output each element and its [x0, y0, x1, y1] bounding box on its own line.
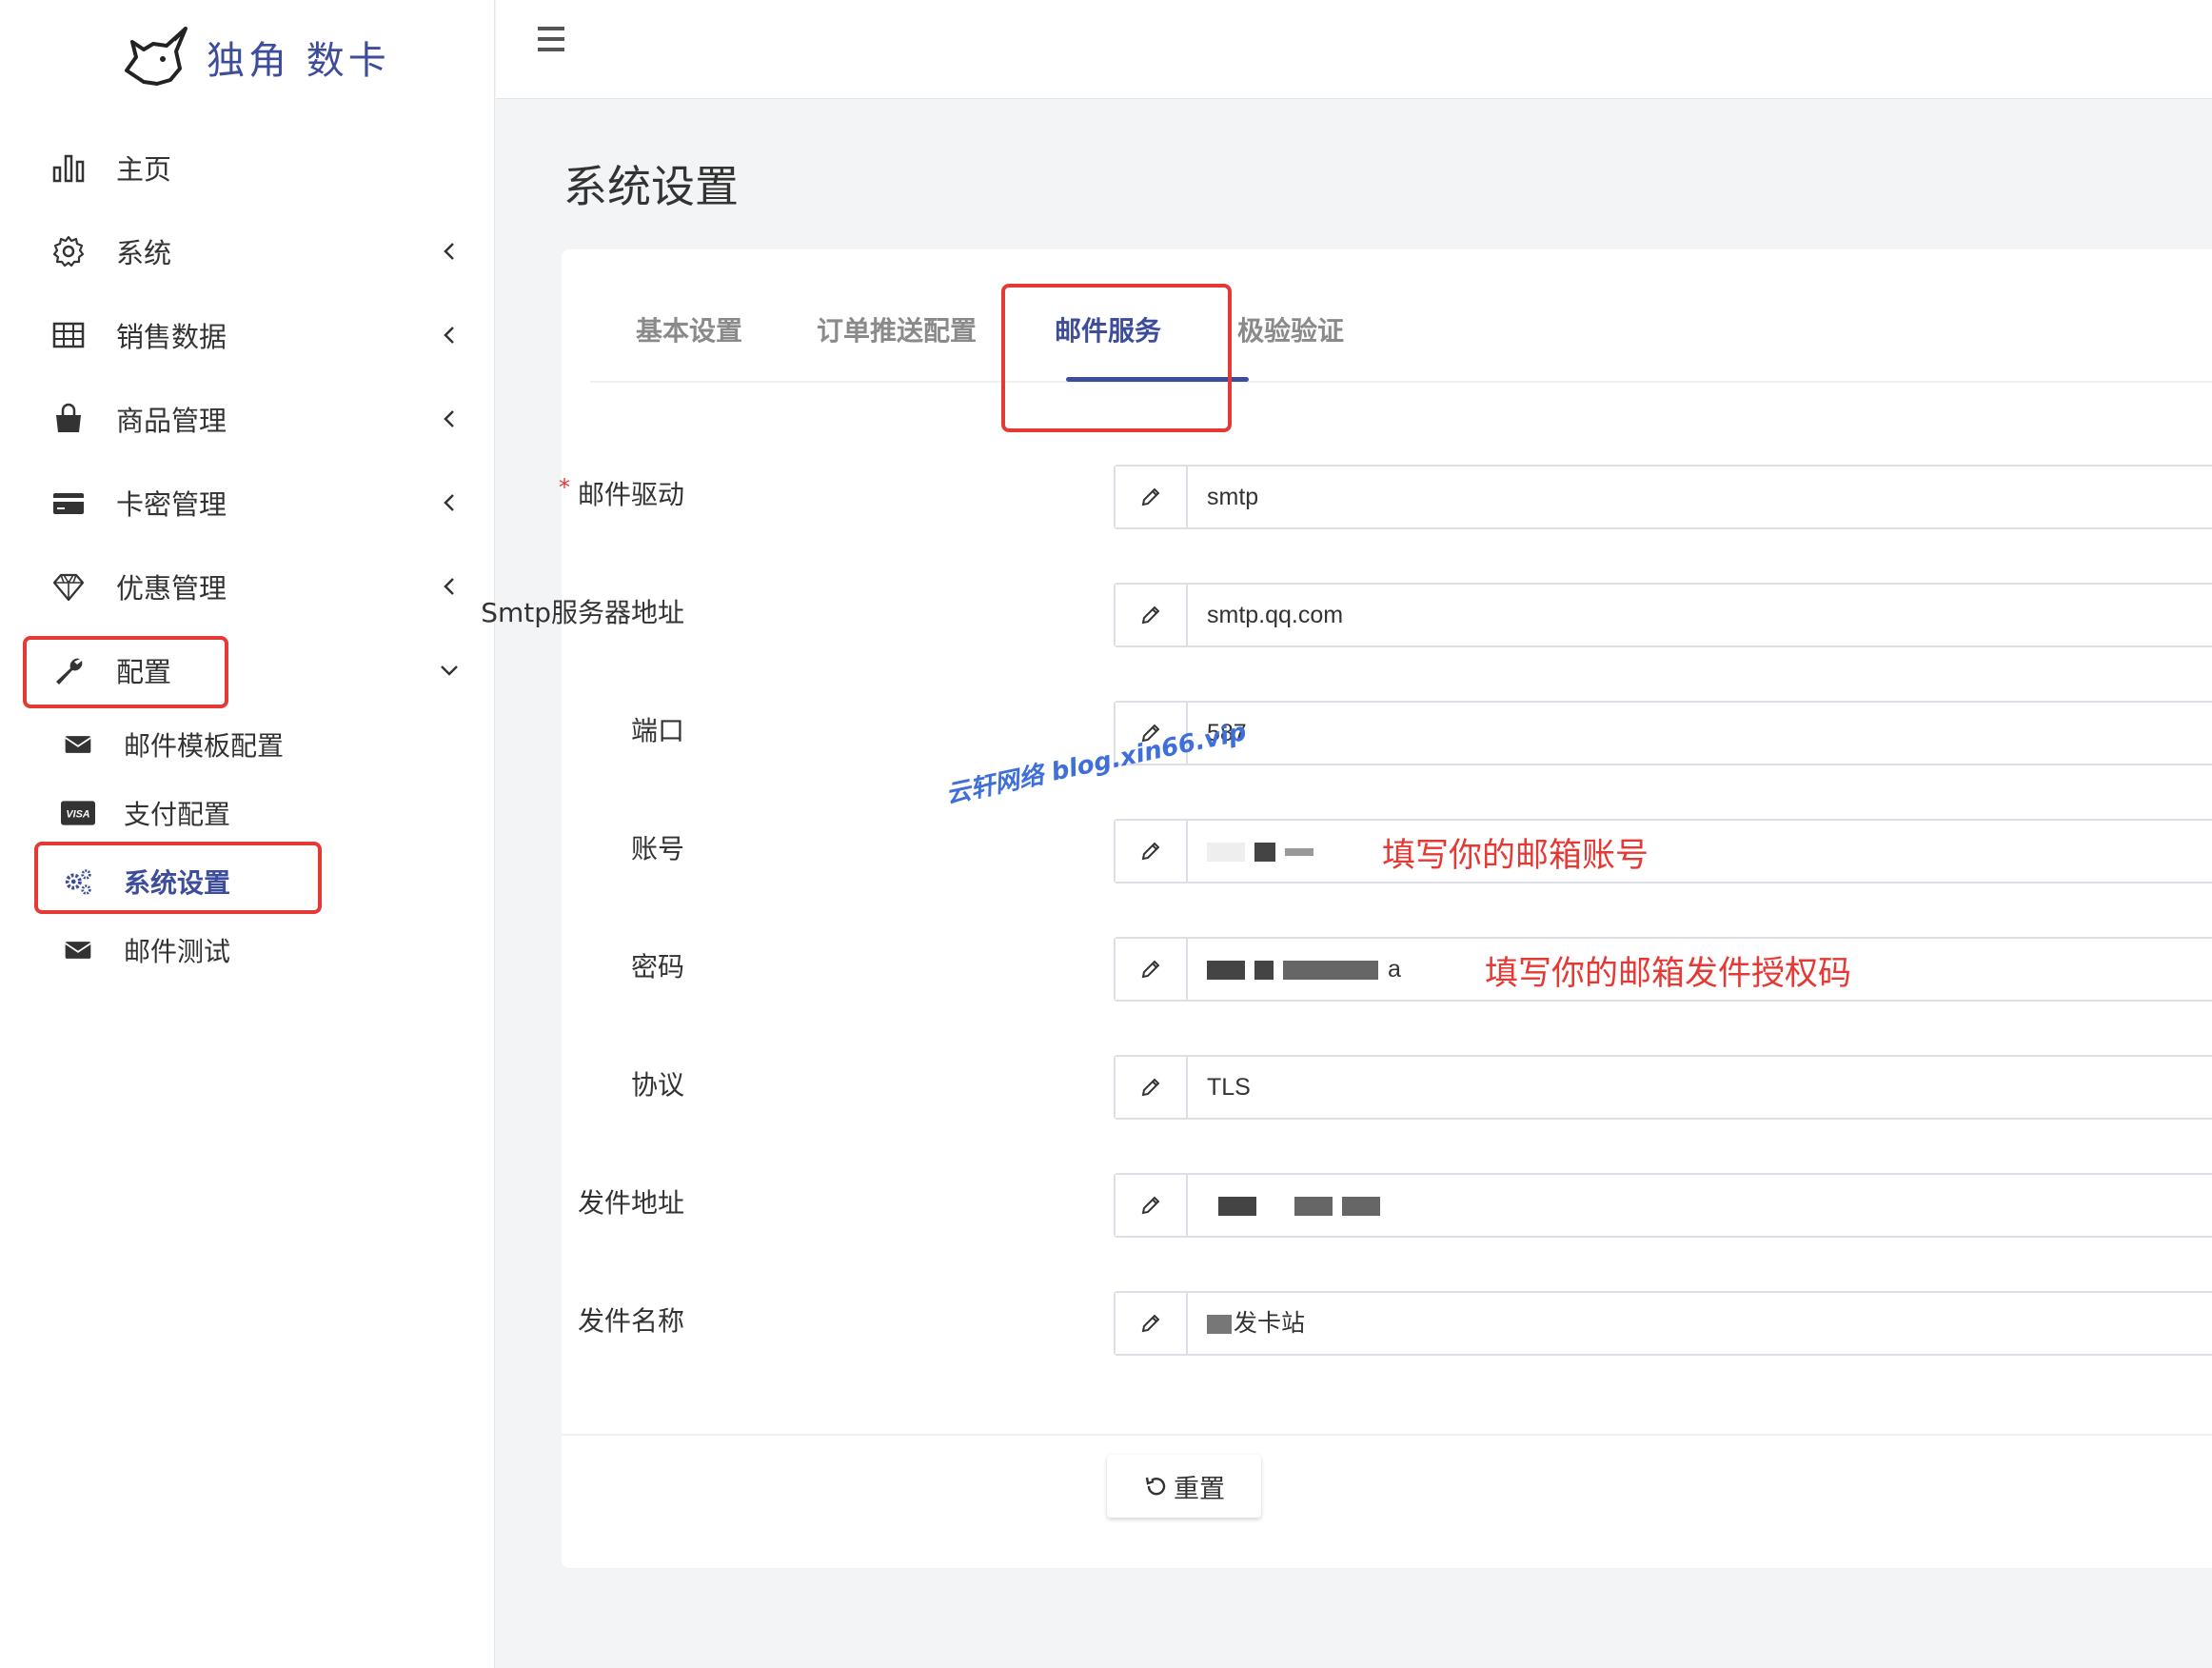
- input-value: smtp: [1207, 484, 1259, 510]
- sidebar-item-sales-data[interactable]: 销售数据: [0, 302, 495, 368]
- form-label: 协议: [630, 1069, 684, 1101]
- pencil-icon: [1116, 467, 1188, 527]
- credit-card-icon: [49, 484, 88, 522]
- visa-icon: VISA: [61, 796, 95, 830]
- sidebar-item-label: 主页: [116, 153, 172, 186]
- form-label: 密码: [630, 951, 684, 983]
- tab-basic-settings[interactable]: 基本设置: [636, 310, 742, 348]
- from-name-field[interactable]: 发卡站: [1114, 1291, 2212, 1356]
- chevron-down-icon: [441, 665, 458, 676]
- tab-email-service[interactable]: 邮件服务: [1055, 310, 1161, 348]
- visa-icon-text: VISA: [66, 809, 89, 821]
- shopping-bag-icon: [49, 400, 88, 438]
- sidebar-subitem-label: 支付配置: [124, 799, 231, 830]
- pencil-icon: [1116, 939, 1188, 1000]
- pencil-icon: [1116, 1293, 1188, 1354]
- form-row-password: 密码 a 填写你的邮箱发件授权码: [562, 937, 2212, 1002]
- smtp-host-field[interactable]: smtp.qq.com: [1114, 583, 2212, 647]
- from-address-field[interactable]: [1114, 1173, 2212, 1238]
- sidebar-item-label: 优惠管理: [116, 572, 227, 605]
- sidebar-subitem-label: 邮件模板配置: [124, 730, 285, 762]
- chevron-left-icon: [444, 410, 454, 427]
- sidebar-item-label: 卡密管理: [116, 488, 227, 521]
- mail-driver-field[interactable]: smtp: [1114, 465, 2212, 529]
- input-value-redacted: [1188, 821, 1323, 882]
- account-hint-annotation: 填写你的邮箱账号: [1382, 837, 1649, 875]
- sidebar-item-system[interactable]: 系统: [0, 218, 495, 285]
- card-footer-divider: [562, 1434, 2212, 1436]
- chevron-left-icon: [444, 327, 454, 344]
- unicorn-logo-icon: [125, 27, 188, 86]
- form-label: 账号: [630, 833, 684, 864]
- form-row-mail-driver: * 邮件驱动 smtp: [559, 465, 2212, 529]
- reset-button-label: 重置: [1174, 1474, 1225, 1504]
- account-field[interactable]: [1114, 819, 2212, 884]
- form-label: Smtp服务器地址: [481, 597, 684, 628]
- required-mark: *: [558, 474, 570, 501]
- table-icon: [49, 316, 88, 354]
- logo-text: 独角 数卡: [207, 39, 390, 83]
- form-label-text: 邮件驱动: [577, 479, 684, 510]
- active-tab-indicator: [1066, 377, 1249, 382]
- form-row-account: 账号 填写你的邮箱账号: [562, 819, 2212, 884]
- tab-order-push-config[interactable]: 订单推送配置: [817, 310, 977, 348]
- reset-button[interactable]: 重置: [1107, 1455, 1261, 1518]
- undo-icon: [1145, 1477, 1166, 1496]
- envelope-icon: [61, 727, 95, 762]
- input-value: TLS: [1207, 1074, 1251, 1101]
- bar-chart-icon: [49, 149, 88, 187]
- sidebar-item-config[interactable]: 配置: [0, 637, 495, 704]
- form-label: 发件地址: [577, 1187, 684, 1219]
- sidebar-item-home[interactable]: 主页: [0, 134, 495, 201]
- password-hint-annotation: 填写你的邮箱发件授权码: [1485, 955, 1852, 993]
- sidebar-item-product-management[interactable]: 商品管理: [0, 386, 495, 452]
- input-value: smtp.qq.com: [1207, 602, 1344, 628]
- sidebar-item-label: 配置: [116, 656, 172, 688]
- page-title: 系统设置: [563, 161, 739, 212]
- input-value-redacted: [1188, 1175, 1390, 1236]
- input-value: a: [1188, 939, 1401, 1000]
- tab-geetest[interactable]: 极验验证: [1237, 310, 1344, 348]
- sidebar-item-label: 销售数据: [116, 321, 227, 353]
- form-row-from-name: 发件名称 发卡站: [562, 1291, 2212, 1356]
- wrench-icon: [49, 651, 88, 689]
- protocol-field[interactable]: TLS: [1114, 1055, 2212, 1120]
- input-value: 发卡站: [1188, 1293, 1305, 1354]
- topbar: [496, 0, 2212, 99]
- gears-icon: [61, 864, 95, 899]
- pencil-icon: [1116, 1175, 1188, 1236]
- form-label: * 邮件驱动: [304, 474, 684, 512]
- hamburger-menu-icon[interactable]: [534, 25, 568, 53]
- form-row-from-address: 发件地址: [562, 1173, 2212, 1238]
- form-row-protocol: 协议 TLS: [562, 1055, 2212, 1120]
- from-name-text: 发卡站: [1234, 1310, 1306, 1337]
- logo[interactable]: 独角 数卡: [119, 21, 390, 93]
- sidebar-item-label: 商品管理: [116, 405, 227, 437]
- diamond-icon: [49, 567, 88, 606]
- pencil-icon: [1116, 585, 1188, 645]
- form-row-port: 端口 587: [562, 701, 2212, 765]
- form-row-smtp-host: Smtp服务器地址 smtp.qq.com: [481, 583, 2212, 647]
- form-label: 端口: [630, 715, 684, 746]
- form-label: 发件名称: [577, 1305, 684, 1337]
- envelope-icon: [61, 933, 95, 967]
- gear-icon: [49, 232, 88, 270]
- tab-bar: 基本设置 订单推送配置 邮件服务 极验验证: [590, 249, 2212, 383]
- port-field[interactable]: 587: [1114, 701, 2212, 765]
- password-visible-char: a: [1388, 956, 1401, 983]
- sidebar-subitem-label: 邮件测试: [124, 936, 231, 967]
- sidebar-item-label: 系统: [116, 237, 172, 269]
- chevron-left-icon: [444, 243, 454, 260]
- sidebar-subitem-label: 系统设置: [124, 867, 231, 899]
- pencil-icon: [1116, 1057, 1188, 1118]
- pencil-icon: [1116, 821, 1188, 882]
- settings-card: 基本设置 订单推送配置 邮件服务 极验验证 * 邮件驱动 smtp Smtp服务器…: [481, 249, 2212, 1568]
